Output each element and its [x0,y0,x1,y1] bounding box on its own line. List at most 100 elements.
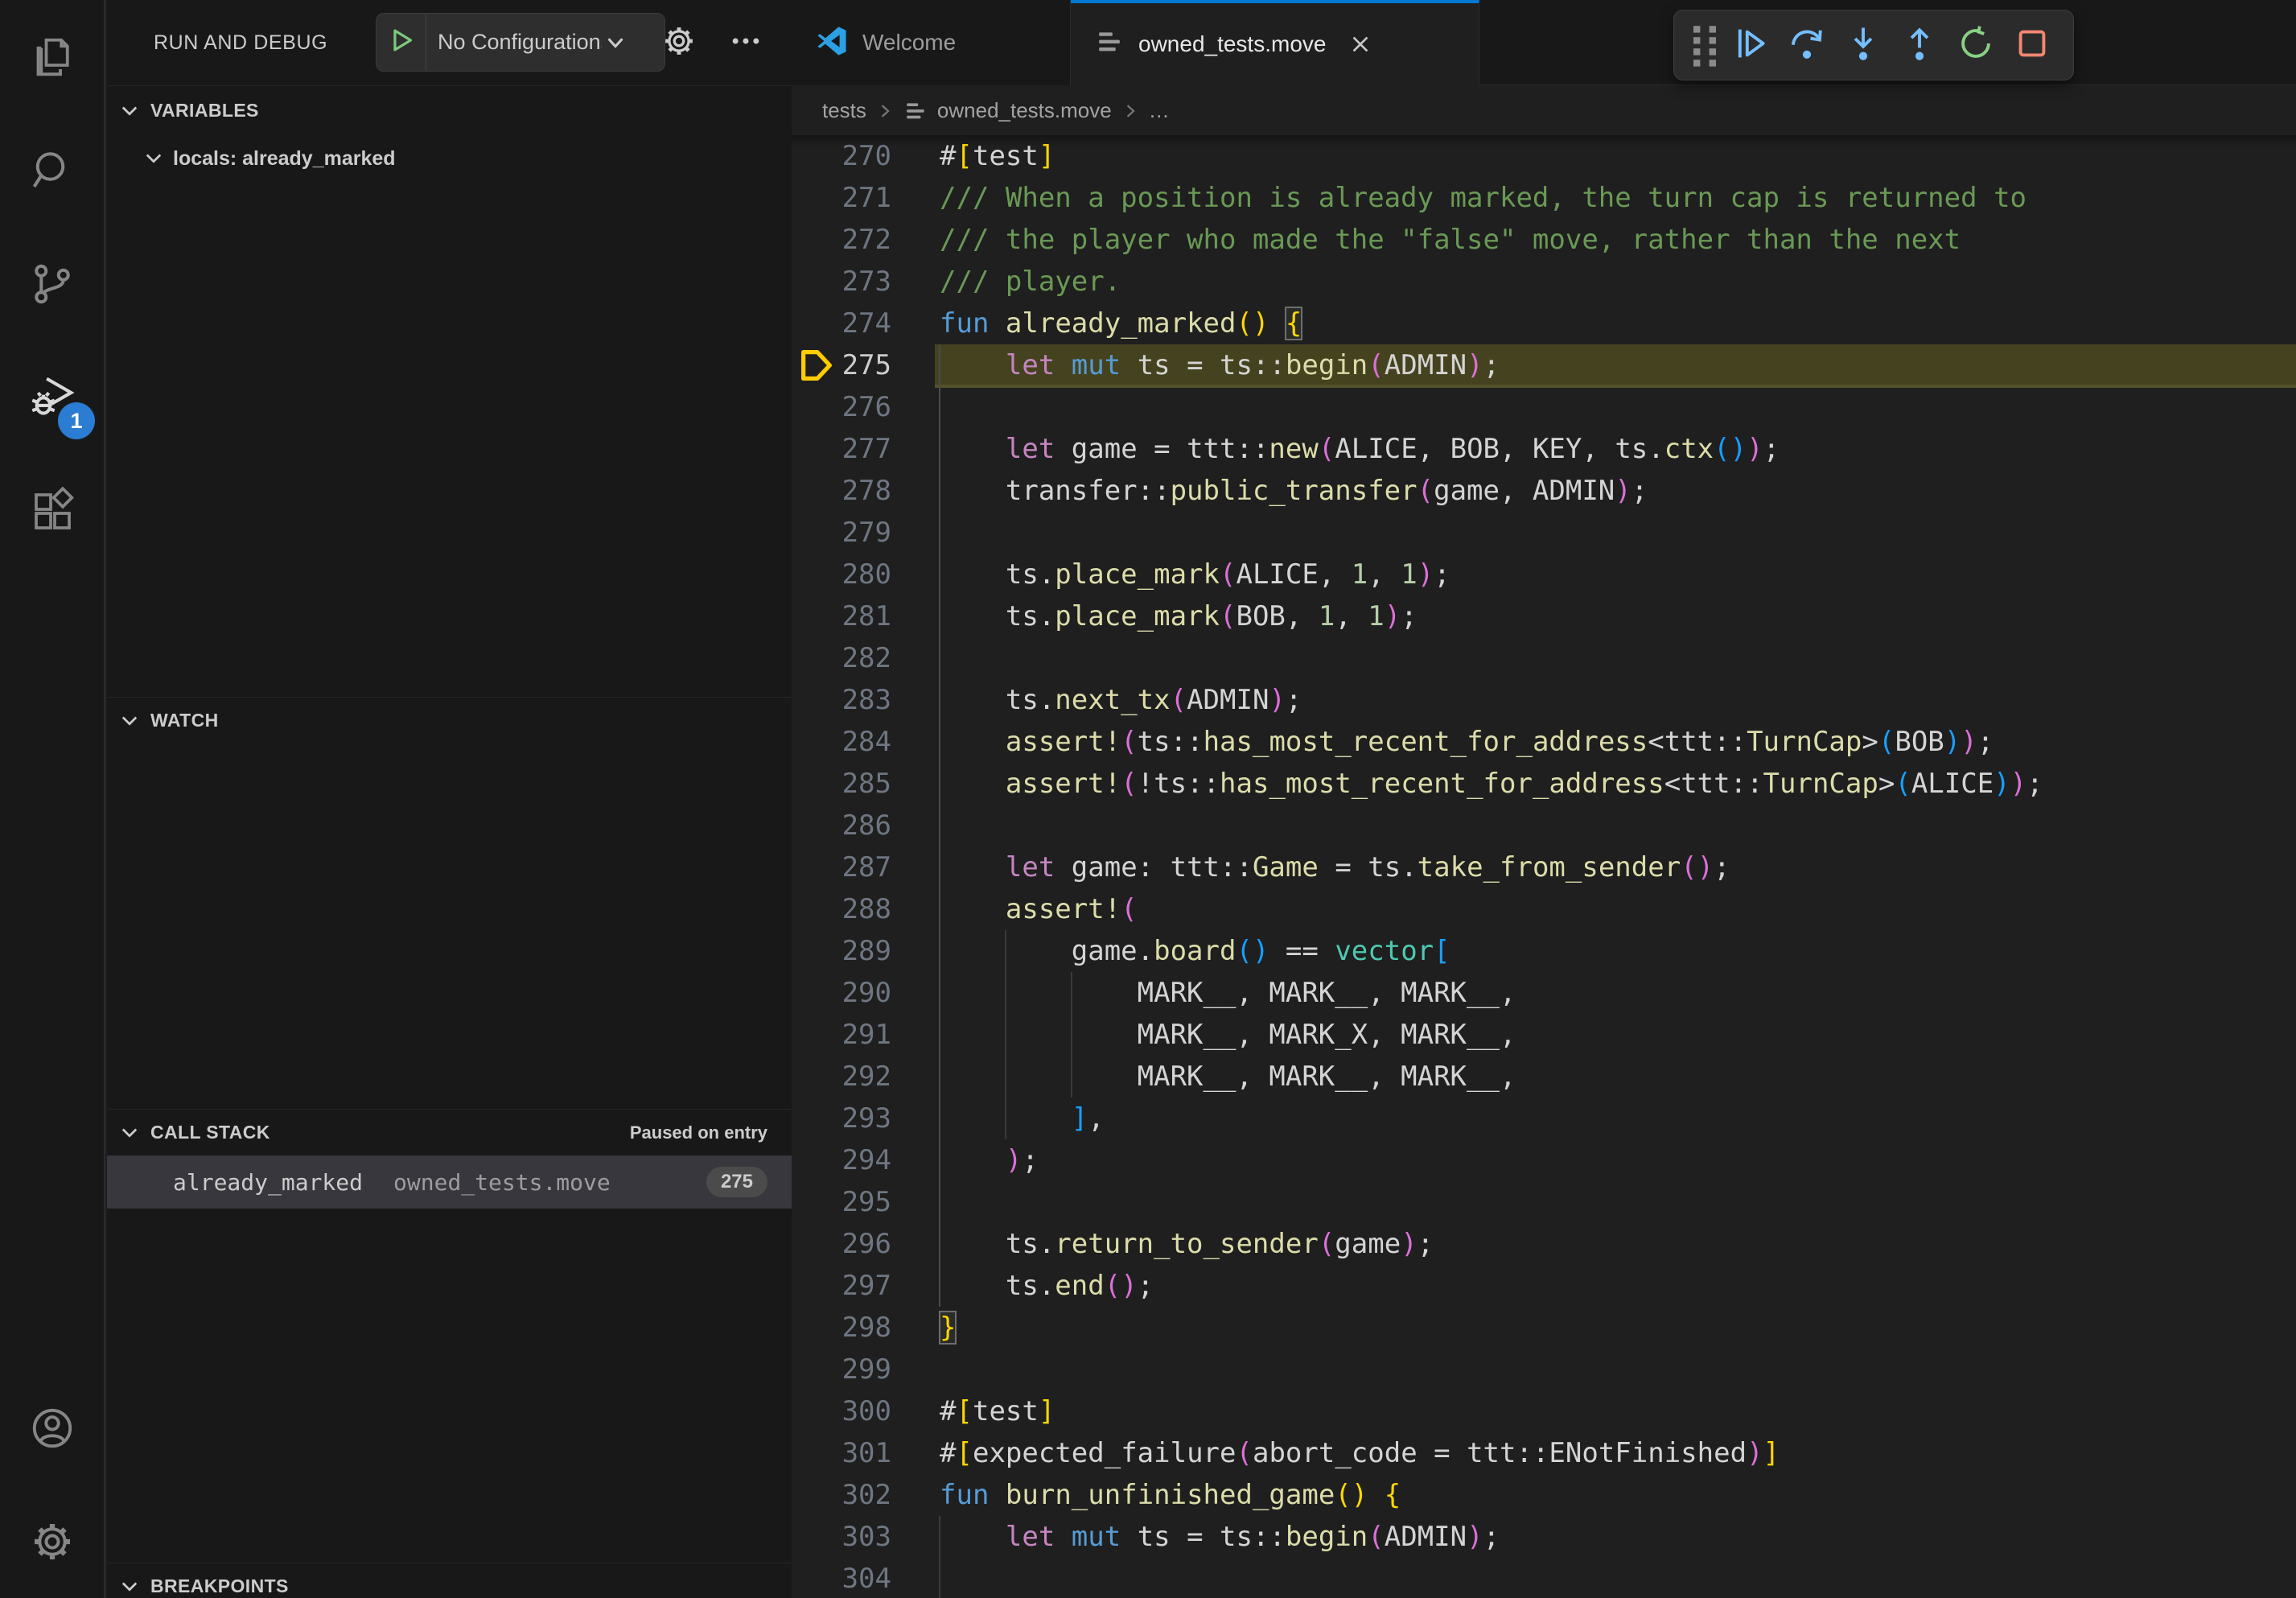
line-number[interactable]: 292 [792,1056,891,1098]
code-line[interactable]: #[test] [940,1390,2296,1432]
stop-button[interactable] [2004,17,2060,73]
tab-welcome[interactable]: Welcome [792,0,1071,85]
line-number[interactable]: 278 [792,470,891,512]
step-out-button[interactable] [1891,17,1948,73]
code-line[interactable]: transfer::public_transfer(game, ADMIN); [940,470,2296,512]
code-line[interactable]: MARK__, MARK__, MARK__, [940,972,2296,1014]
code-line[interactable]: /// the player who made the "false" move… [940,219,2296,261]
continue-button[interactable] [1722,17,1779,73]
line-number[interactable]: 293 [792,1098,891,1139]
line-number[interactable]: 273 [792,261,891,303]
stack-frame-row[interactable]: already_marked owned_tests.move 275 [107,1155,792,1209]
breadcrumb-file[interactable]: owned_tests.move [937,98,1112,123]
code-line[interactable]: ts.place_mark(ALICE, 1, 1); [940,554,2296,595]
configuration-dropdown[interactable]: No Configurations [426,30,602,55]
code-line[interactable]: assert!(!ts::has_most_recent_for_address… [940,763,2296,805]
line-number[interactable]: 284 [792,721,891,763]
line-number[interactable]: 271 [792,177,891,219]
sidebar-item-extensions[interactable] [0,454,105,567]
line-number[interactable]: 294 [792,1139,891,1181]
code-line[interactable]: game.board() == vector[ [940,930,2296,972]
code-line[interactable]: ], [940,1098,2296,1139]
line-number[interactable]: 301 [792,1432,891,1474]
breakpoints-section-header[interactable]: BREAKPOINTS [107,1563,792,1598]
line-number[interactable]: 302 [792,1474,891,1516]
tab-label: Welcome [862,30,956,56]
account-button[interactable] [0,1371,105,1485]
sidebar-item-source-control[interactable] [0,227,105,340]
variables-scope-row[interactable]: locals: already_marked [107,135,792,182]
line-number[interactable]: 291 [792,1014,891,1056]
code-line[interactable] [940,1558,2296,1598]
code-line[interactable]: fun already_marked() { [940,303,2296,344]
sidebar-item-run-and-debug[interactable]: 1 [0,340,105,454]
settings-button[interactable] [0,1485,105,1598]
line-number[interactable]: 297 [792,1265,891,1307]
restart-button[interactable] [1948,17,2004,73]
watch-section-header[interactable]: WATCH [107,697,792,743]
close-icon[interactable] [1348,32,1372,56]
code-line[interactable] [940,386,2296,428]
code-line[interactable]: MARK__, MARK__, MARK__, [940,1056,2296,1098]
step-into-button[interactable] [1835,17,1891,73]
line-number[interactable]: 282 [792,637,891,679]
code-line[interactable]: assert!( [940,888,2296,930]
start-debugging-button[interactable] [376,14,426,71]
breadcrumb-folder[interactable]: tests [822,98,866,123]
line-number[interactable]: 283 [792,679,891,721]
code-line[interactable]: fun burn_unfinished_game() { [940,1474,2296,1516]
line-number[interactable]: 287 [792,846,891,888]
step-over-button[interactable] [1779,17,1835,73]
code-line[interactable]: let game: ttt::Game = ts.take_from_sende… [940,846,2296,888]
code-line[interactable]: ); [940,1139,2296,1181]
drag-handle[interactable] [1687,23,1722,68]
line-number[interactable]: 286 [792,805,891,846]
code-line[interactable]: /// player. [940,261,2296,303]
code-line[interactable]: MARK__, MARK_X, MARK__, [940,1014,2296,1056]
line-number[interactable]: 274 [792,303,891,344]
code-line[interactable]: let mut ts = ts::begin(ADMIN); [940,1516,2296,1558]
line-number[interactable]: 279 [792,512,891,554]
views-more-actions-button[interactable] [728,0,763,85]
code-line[interactable]: ts.end(); [940,1265,2296,1307]
line-number[interactable]: 285 [792,763,891,805]
tab-owned-tests-move[interactable]: owned_tests.move [1071,0,1479,85]
code-line[interactable]: #[expected_failure(abort_code = ttt::ENo… [940,1432,2296,1474]
code-line[interactable]: ts.return_to_sender(game); [940,1223,2296,1265]
line-number[interactable]: 296 [792,1223,891,1265]
debug-settings-button[interactable] [660,0,697,85]
line-number[interactable]: 300 [792,1390,891,1432]
code-line[interactable] [940,637,2296,679]
code-line[interactable]: #[test] [940,135,2296,177]
line-number[interactable]: 295 [792,1181,891,1223]
line-number[interactable]: 280 [792,554,891,595]
code-line[interactable] [940,512,2296,554]
call-stack-section-header[interactable]: CALL STACK Paused on entry [107,1109,792,1155]
launch-configuration-control[interactable]: No Configurations [376,13,665,72]
code-line[interactable]: } [940,1307,2296,1349]
sidebar-item-explorer[interactable] [0,0,105,113]
code-line[interactable] [940,1349,2296,1390]
line-number[interactable]: 298 [792,1307,891,1349]
code-line[interactable]: ts.place_mark(BOB, 1, 1); [940,595,2296,637]
code-line[interactable]: assert!(ts::has_most_recent_for_address<… [940,721,2296,763]
breadcrumb-symbol[interactable]: … [1149,98,1170,123]
line-number[interactable]: 277 [792,428,891,470]
line-number[interactable]: 304 [792,1558,891,1598]
line-number[interactable]: 290 [792,972,891,1014]
line-number[interactable]: 289 [792,930,891,972]
line-number[interactable]: 303 [792,1516,891,1558]
line-number[interactable]: 281 [792,595,891,637]
code-line-current[interactable]: let mut ts = ts::begin(ADMIN); [935,344,2296,386]
line-number[interactable]: 272 [792,219,891,261]
line-number[interactable]: 270 [792,135,891,177]
code-line[interactable]: let game = ttt::new(ALICE, BOB, KEY, ts.… [940,428,2296,470]
code-line[interactable]: /// When a position is already marked, t… [940,177,2296,219]
sidebar-item-search[interactable] [0,113,105,227]
code-line[interactable]: ts.next_tx(ADMIN); [940,679,2296,721]
code-line[interactable] [940,805,2296,846]
code-line[interactable] [940,1181,2296,1223]
line-number[interactable]: 299 [792,1349,891,1390]
line-number[interactable]: 288 [792,888,891,930]
variables-section-header[interactable]: VARIABLES [107,85,792,135]
